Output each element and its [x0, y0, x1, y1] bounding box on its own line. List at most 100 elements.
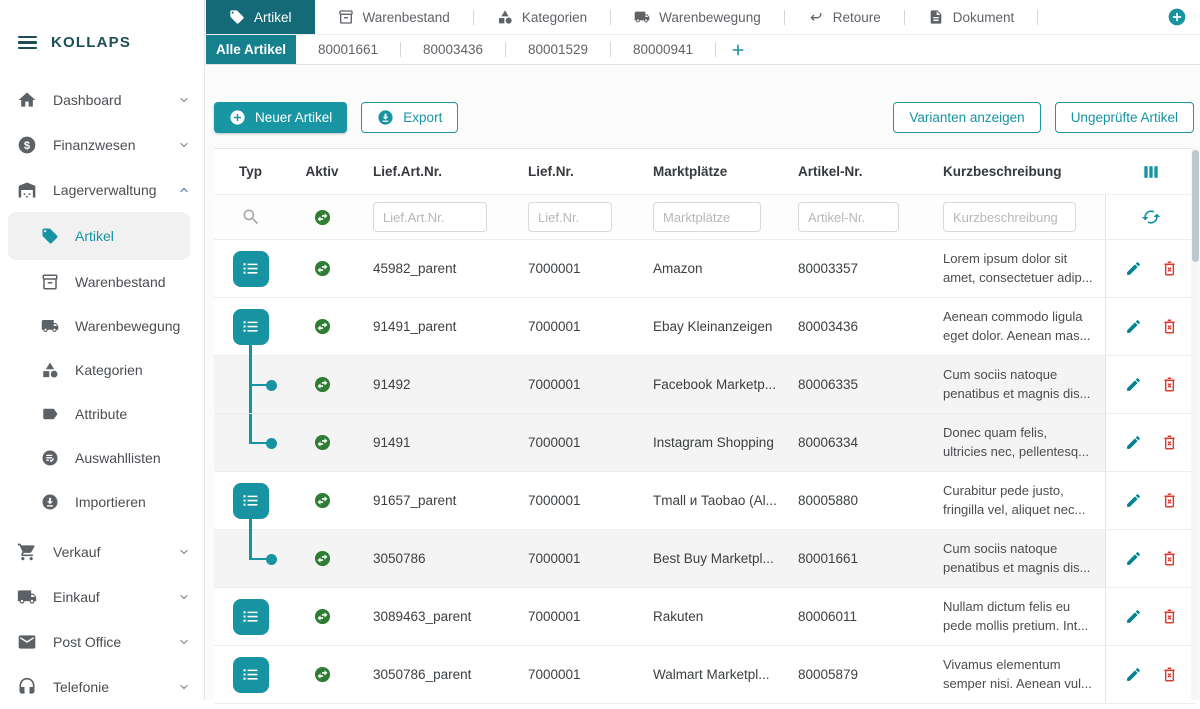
edit-pencil-icon[interactable] [1125, 550, 1142, 567]
cell-lief-art-nr: 91491 [357, 414, 512, 471]
table-row: 3050786_parent 7000001 Walmart Marketpl.… [214, 646, 1196, 704]
cell-marktplatz: Walmart Marketpl... [637, 646, 782, 703]
tab-label: Warenbewegung [659, 10, 761, 25]
sidebar-item-label: Warenbewegung [75, 318, 180, 334]
active-status-icon [313, 317, 332, 336]
sidebar-item-lagerverwaltung[interactable]: Lagerverwaltung [0, 167, 204, 212]
tab-dokument[interactable]: Dokument [905, 0, 1038, 34]
sidebar-item-finanzwesen[interactable]: $ Finanzwesen [0, 122, 204, 167]
filter-kurzbeschreibung-input[interactable] [943, 202, 1076, 232]
sidebar-item-dashboard[interactable]: Dashboard [0, 77, 204, 122]
subtab-80003436[interactable]: 80003436 [401, 35, 505, 64]
tab-retoure[interactable]: Retoure [785, 0, 904, 34]
trash-x-icon[interactable] [1161, 492, 1178, 509]
chevron-down-icon [178, 591, 190, 603]
sidebar-item-label: Dashboard [53, 92, 122, 108]
parent-article-list-icon[interactable] [233, 657, 269, 693]
edit-pencil-icon[interactable] [1125, 608, 1142, 625]
trash-x-icon[interactable] [1161, 318, 1178, 335]
sidebar-item-kategorien[interactable]: Kategorien [0, 348, 204, 392]
subtab-80001529[interactable]: 80001529 [506, 35, 610, 64]
vertical-scrollbar[interactable] [1191, 148, 1199, 700]
tab-warenbewegung[interactable]: Warenbewegung [611, 0, 784, 34]
col-header-aktiv[interactable]: Aktiv [287, 149, 357, 194]
sidebar-item-warenbewegung[interactable]: Warenbewegung [0, 304, 204, 348]
trash-x-icon[interactable] [1161, 376, 1178, 393]
table-row: 91492 7000001 Facebook Marketp... 800063… [214, 356, 1196, 414]
cart-icon [17, 542, 37, 562]
tab-warenbestand[interactable]: Warenbestand [315, 0, 473, 34]
new-article-button[interactable]: Neuer Artikel [214, 102, 347, 133]
menu-hamburger-icon[interactable] [18, 36, 37, 50]
sidebar-item-warenbestand[interactable]: Warenbestand [0, 260, 204, 304]
cell-artikel-nr: 80003436 [782, 298, 927, 355]
show-variants-button[interactable]: Varianten anzeigen [893, 102, 1040, 133]
col-header-artikel-nr[interactable]: Artikel-Nr. [782, 149, 927, 194]
list-icon [240, 316, 261, 337]
subtab-label: Alle Artikel [216, 42, 286, 57]
col-header-typ[interactable]: Typ [214, 149, 287, 194]
subtab-alle-artikel[interactable]: Alle Artikel [206, 35, 296, 64]
table-row: 91491 7000001 Instagram Shopping 8000633… [214, 414, 1196, 472]
columns-icon[interactable] [1141, 162, 1161, 182]
sidebar-item-label: Finanzwesen [53, 137, 136, 153]
unchecked-articles-button[interactable]: Ungeprüfte Artikel [1055, 102, 1194, 133]
trash-x-icon[interactable] [1161, 260, 1178, 277]
search-icon[interactable] [241, 207, 261, 227]
col-header-lief-nr[interactable]: Lief.Nr. [512, 149, 637, 194]
edit-pencil-icon[interactable] [1125, 434, 1142, 451]
trash-x-icon[interactable] [1161, 550, 1178, 567]
sidebar-item-artikel[interactable]: Artikel [8, 212, 190, 260]
category-icon [41, 361, 59, 379]
cell-artikel-nr: 80005880 [782, 472, 927, 529]
filter-lief-art-nr-input[interactable] [373, 202, 487, 232]
add-subtab-button[interactable] [716, 35, 760, 64]
sidebar-item-label: Post Office [53, 634, 121, 650]
refresh-icon[interactable] [1141, 207, 1161, 227]
col-header-kurzbeschreibung[interactable]: Kurzbeschreibung [927, 149, 1105, 194]
edit-pencil-icon[interactable] [1125, 666, 1142, 683]
sidebar-item-telefonie[interactable]: Telefonie [0, 664, 204, 709]
sidebar-item-importieren[interactable]: Importieren [0, 480, 204, 524]
module-tabbar: Artikel Warenbestand Kategorien Warenbew… [206, 0, 1200, 35]
article-subtabbar: Alle Artikel 80001661 80003436 80001529 … [206, 35, 1200, 65]
trash-x-icon[interactable] [1161, 434, 1178, 451]
cell-lief-nr: 7000001 [512, 530, 637, 587]
parent-article-list-icon[interactable] [233, 599, 269, 635]
subtab-80001661[interactable]: 80001661 [296, 35, 400, 64]
sidebar-item-attribute[interactable]: Attribute [0, 392, 204, 436]
inventory-box-icon [338, 9, 354, 25]
sidebar-item-einkauf[interactable]: Einkauf [0, 574, 204, 619]
edit-pencil-icon[interactable] [1125, 318, 1142, 335]
col-header-marktplaetze[interactable]: Marktplätze [637, 149, 782, 194]
edit-pencil-icon[interactable] [1125, 260, 1142, 277]
delivery-truck-icon [17, 587, 37, 607]
tree-connector-line [249, 345, 252, 356]
cell-marktplatz: Rakuten [637, 588, 782, 645]
active-status-icon [313, 375, 332, 394]
filter-marktplaetze-input[interactable] [653, 202, 761, 232]
trash-x-icon[interactable] [1161, 666, 1178, 683]
sidebar-item-auswahllisten[interactable]: Auswahllisten [0, 436, 204, 480]
cell-artikel-nr: 80005879 [782, 646, 927, 703]
scrollbar-thumb[interactable] [1192, 150, 1199, 262]
trash-x-icon[interactable] [1161, 608, 1178, 625]
subtab-label: 80001529 [528, 42, 588, 57]
edit-pencil-icon[interactable] [1125, 376, 1142, 393]
cell-kurzbeschreibung: Cum sociis natoque penatibus et magnis d… [927, 356, 1105, 413]
filter-lief-nr-input[interactable] [528, 202, 612, 232]
filter-artikel-nr-input[interactable] [798, 202, 899, 232]
edit-pencil-icon[interactable] [1125, 492, 1142, 509]
swap-circle-icon[interactable] [313, 208, 332, 227]
add-tab-button[interactable] [1167, 7, 1187, 27]
sidebar-item-verkauf[interactable]: Verkauf [0, 529, 204, 574]
sidebar-item-post-office[interactable]: Post Office [0, 619, 204, 664]
tab-artikel[interactable]: Artikel [206, 0, 315, 34]
tab-kategorien[interactable]: Kategorien [474, 0, 610, 34]
parent-article-list-icon[interactable] [233, 309, 269, 345]
parent-article-list-icon[interactable] [233, 483, 269, 519]
subtab-80000941[interactable]: 80000941 [611, 35, 715, 64]
col-header-lief-art-nr[interactable]: Lief.Art.Nr. [357, 149, 512, 194]
parent-article-list-icon[interactable] [233, 251, 269, 287]
export-button[interactable]: Export [361, 102, 458, 133]
